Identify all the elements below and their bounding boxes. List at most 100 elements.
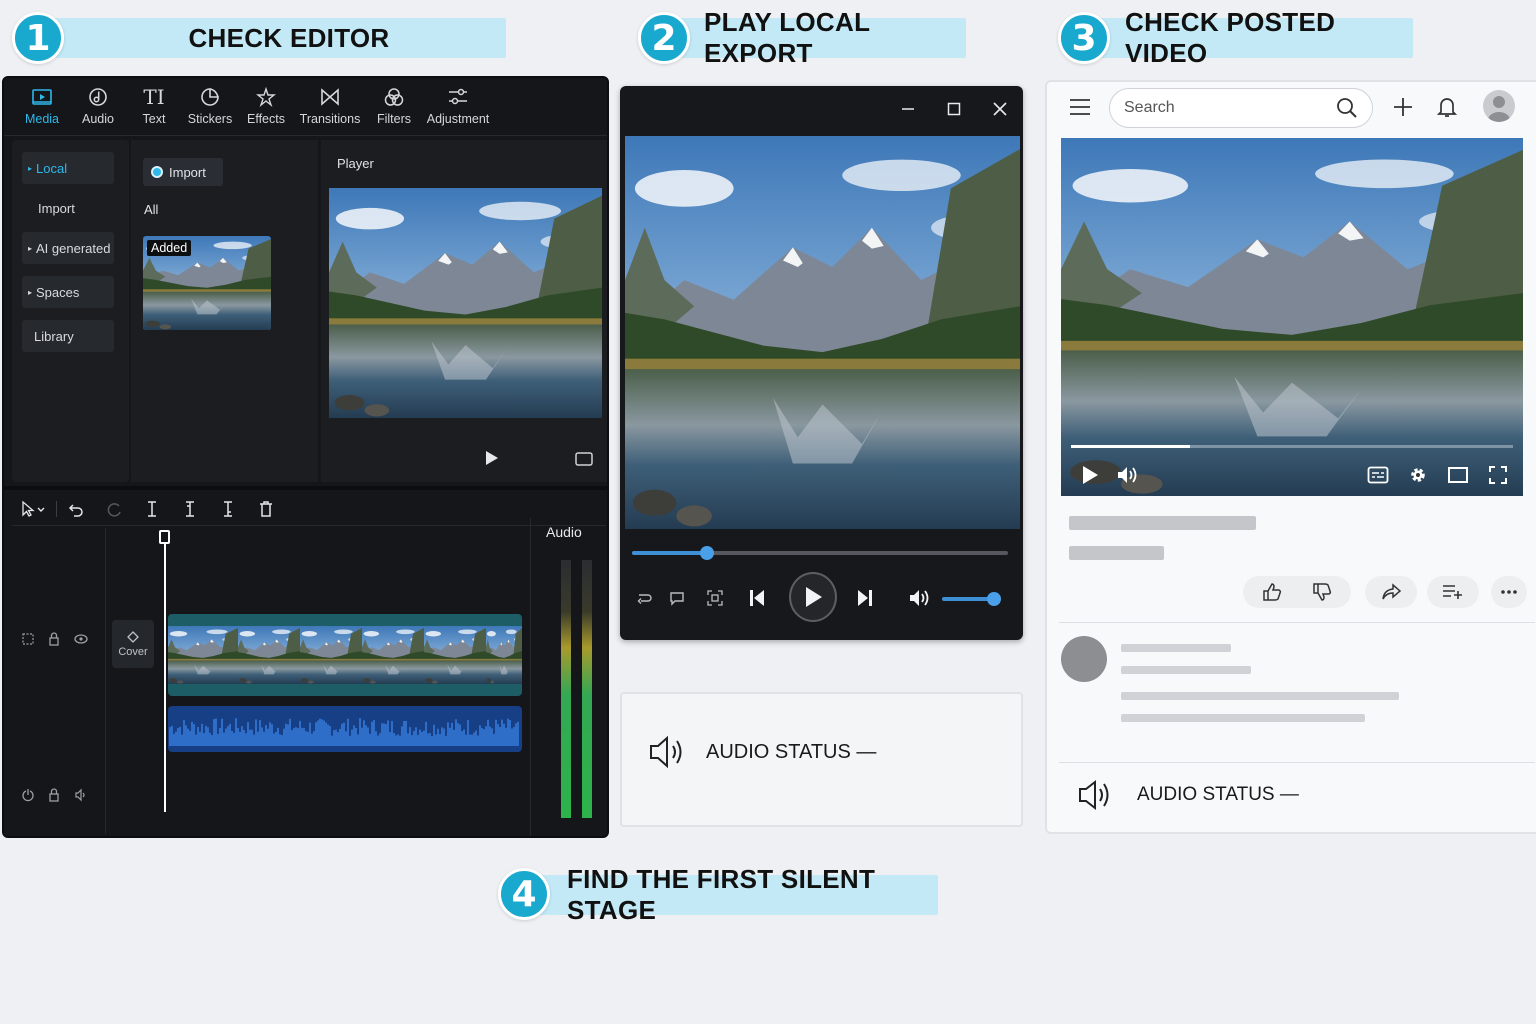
skip-previous-icon [750, 590, 764, 606]
subtitles-button[interactable] [669, 590, 685, 606]
player-preview [329, 188, 602, 418]
screen-icon [575, 452, 593, 466]
search-bar[interactable]: Search [1109, 88, 1373, 128]
playhead[interactable] [164, 532, 166, 812]
video-frame[interactable] [625, 136, 1020, 529]
fullscreen-button[interactable] [1483, 460, 1513, 490]
more-actions-button[interactable] [1491, 576, 1527, 608]
filter-all-label[interactable]: All [144, 202, 158, 217]
theater-icon [1448, 467, 1468, 483]
theater-mode-button[interactable] [1443, 460, 1473, 490]
import-icon [151, 166, 163, 178]
import-button[interactable]: Import [143, 158, 223, 186]
sidebar-item-label: Library [34, 328, 74, 344]
tab-filters[interactable]: Filters [366, 78, 422, 135]
media-sidebar: ▸ Local Import ▸ AI generated ▸ Spaces Libr… [12, 140, 129, 482]
timeline: Cover [12, 528, 528, 834]
commenter-avatar [1061, 636, 1107, 682]
editor-player-panel: Player [321, 140, 607, 482]
play-button[interactable] [1075, 460, 1105, 490]
next-button[interactable] [856, 588, 874, 608]
tab-media[interactable]: Media [14, 78, 70, 135]
audio-level-meter: Audio [530, 518, 607, 836]
effects-icon [256, 87, 276, 107]
tab-label: Adjustment [426, 112, 490, 126]
notifications-button[interactable] [1436, 96, 1458, 123]
create-button[interactable] [1393, 97, 1413, 122]
preview-image [329, 188, 602, 418]
video-track-controls[interactable] [22, 632, 92, 646]
play-pause-button[interactable] [789, 572, 837, 622]
sidebar-item-label: AI generated [36, 240, 111, 256]
captions-button[interactable] [1363, 460, 1393, 490]
cast-button[interactable] [707, 590, 723, 606]
sidebar-item-spaces[interactable]: ▸ Spaces [22, 276, 114, 308]
sidebar-item-local[interactable]: ▸ Local [22, 152, 114, 184]
video-progress-bar[interactable] [1071, 445, 1513, 448]
trim-right-button[interactable] [209, 494, 247, 524]
seek-bar[interactable] [632, 546, 1008, 560]
close-button[interactable] [977, 86, 1023, 132]
settings-button[interactable] [1403, 460, 1433, 490]
tab-effects[interactable]: Effects [238, 78, 294, 135]
tab-audio[interactable]: Audio [70, 78, 126, 135]
sidebar-item-library[interactable]: Library [22, 320, 114, 352]
volume-button[interactable] [908, 588, 934, 608]
maximize-button[interactable] [931, 86, 977, 132]
undo-button[interactable] [57, 494, 95, 524]
step-3-banner: CHECK POSTED VIDEO 3 [1058, 7, 1413, 68]
tab-text[interactable]: TI Text [126, 78, 182, 135]
diamond-icon [127, 630, 139, 643]
media-clip-thumbnail[interactable]: Added [143, 236, 271, 330]
sidebar-item-label: Spaces [36, 284, 80, 300]
audio-status-text: AUDIO STATUS — [1137, 784, 1299, 805]
tab-adjustment[interactable]: Adjustment [422, 78, 494, 135]
tab-transitions[interactable]: Transitions [294, 78, 366, 135]
playhead-handle[interactable] [159, 530, 170, 544]
delete-button[interactable] [247, 494, 285, 524]
fullscreen-icon [1489, 466, 1507, 484]
plus-icon [1394, 98, 1412, 116]
cover-button[interactable]: Cover [112, 620, 154, 668]
search-input[interactable]: Search [1124, 99, 1336, 117]
trim-left-button[interactable] [171, 494, 209, 524]
mute-button[interactable] [1113, 460, 1143, 490]
save-to-playlist-button[interactable] [1427, 576, 1479, 608]
audio-track-controls[interactable] [22, 788, 92, 802]
minimize-icon [902, 108, 914, 110]
seek-handle[interactable] [700, 546, 715, 560]
volume-icon [910, 590, 929, 606]
volume-handle[interactable] [987, 592, 1001, 606]
playback-controls [620, 566, 1023, 626]
select-tool-button[interactable] [12, 494, 56, 524]
audio-clip-track[interactable] [168, 706, 522, 752]
sidebar-item-import[interactable]: Import [22, 192, 114, 224]
video-editor-window: Media Audio TI Text Stickers Effects Tra… [2, 76, 609, 838]
share-button[interactable] [1365, 576, 1417, 608]
thumbs-up-icon[interactable] [1262, 582, 1282, 602]
aspect-ratio-button[interactable] [575, 452, 593, 471]
split-button[interactable] [133, 494, 171, 524]
play-button[interactable] [485, 450, 499, 471]
sidebar-item-ai-generated[interactable]: ▸ AI generated [22, 232, 114, 264]
more-icon [1501, 590, 1517, 594]
video-clip-track[interactable] [168, 614, 522, 696]
gear-icon [1411, 468, 1425, 482]
tab-stickers[interactable]: Stickers [182, 78, 238, 135]
repeat-button[interactable] [636, 590, 652, 606]
thumbs-down-icon[interactable] [1312, 582, 1332, 602]
previous-button[interactable] [748, 588, 766, 608]
tab-label: Text [142, 112, 166, 126]
seek-progress [632, 551, 708, 555]
search-icon[interactable] [1336, 97, 1358, 119]
fit-screen-icon [707, 590, 723, 606]
avatar[interactable] [1483, 90, 1515, 122]
minimize-button[interactable] [885, 86, 931, 132]
menu-button[interactable] [1069, 98, 1091, 121]
posted-video-player[interactable] [1061, 138, 1523, 496]
step-title: PLAY LOCAL EXPORT [668, 7, 966, 68]
playlist-add-icon [1443, 585, 1462, 599]
redo-button[interactable] [95, 494, 133, 524]
skip-next-icon [858, 590, 872, 606]
subtitles-icon [670, 592, 684, 606]
